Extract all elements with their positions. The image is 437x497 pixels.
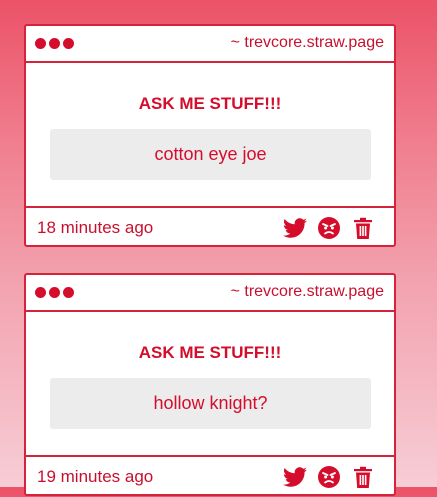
twitter-icon[interactable]	[283, 216, 307, 240]
post-footer: 18 minutes ago	[26, 206, 394, 248]
timestamp: 18 minutes ago	[37, 218, 154, 237]
twitter-icon[interactable]	[283, 465, 307, 489]
site-url-link[interactable]: ~ trevcore.straw.page	[231, 34, 384, 52]
window-dot	[49, 287, 60, 298]
site-url-link[interactable]: ~ trevcore.straw.page	[231, 283, 384, 301]
post-actions	[283, 465, 375, 489]
answer-text: cotton eye joe	[154, 144, 267, 164]
angry-face-icon[interactable]	[317, 465, 341, 489]
post-card: ~ trevcore.straw.page ASK ME STUFF!!! co…	[24, 24, 396, 247]
post-heading: ASK ME STUFF!!!	[138, 343, 282, 362]
post-card: ~ trevcore.straw.page ASK ME STUFF!!! ho…	[24, 273, 396, 496]
trash-icon[interactable]	[351, 465, 375, 489]
post-footer: 19 minutes ago	[26, 455, 394, 497]
window-dots	[35, 38, 74, 49]
window-dot	[35, 287, 46, 298]
trash-icon[interactable]	[351, 216, 375, 240]
answer-text: hollow knight?	[153, 393, 268, 413]
angry-face-icon[interactable]	[317, 216, 341, 240]
answer-box: hollow knight?	[50, 378, 371, 429]
post-body: ASK ME STUFF!!! cotton eye joe	[26, 63, 394, 206]
window-titlebar: ~ trevcore.straw.page	[26, 26, 394, 63]
window-dot	[49, 38, 60, 49]
window-dot	[63, 287, 74, 298]
window-dot	[35, 38, 46, 49]
window-dot	[63, 38, 74, 49]
window-titlebar: ~ trevcore.straw.page	[26, 275, 394, 312]
post-heading: ASK ME STUFF!!!	[138, 94, 282, 113]
answer-box: cotton eye joe	[50, 129, 371, 180]
post-actions	[283, 216, 375, 240]
post-body: ASK ME STUFF!!! hollow knight?	[26, 312, 394, 455]
window-dots	[35, 287, 74, 298]
timestamp: 19 minutes ago	[37, 467, 154, 486]
